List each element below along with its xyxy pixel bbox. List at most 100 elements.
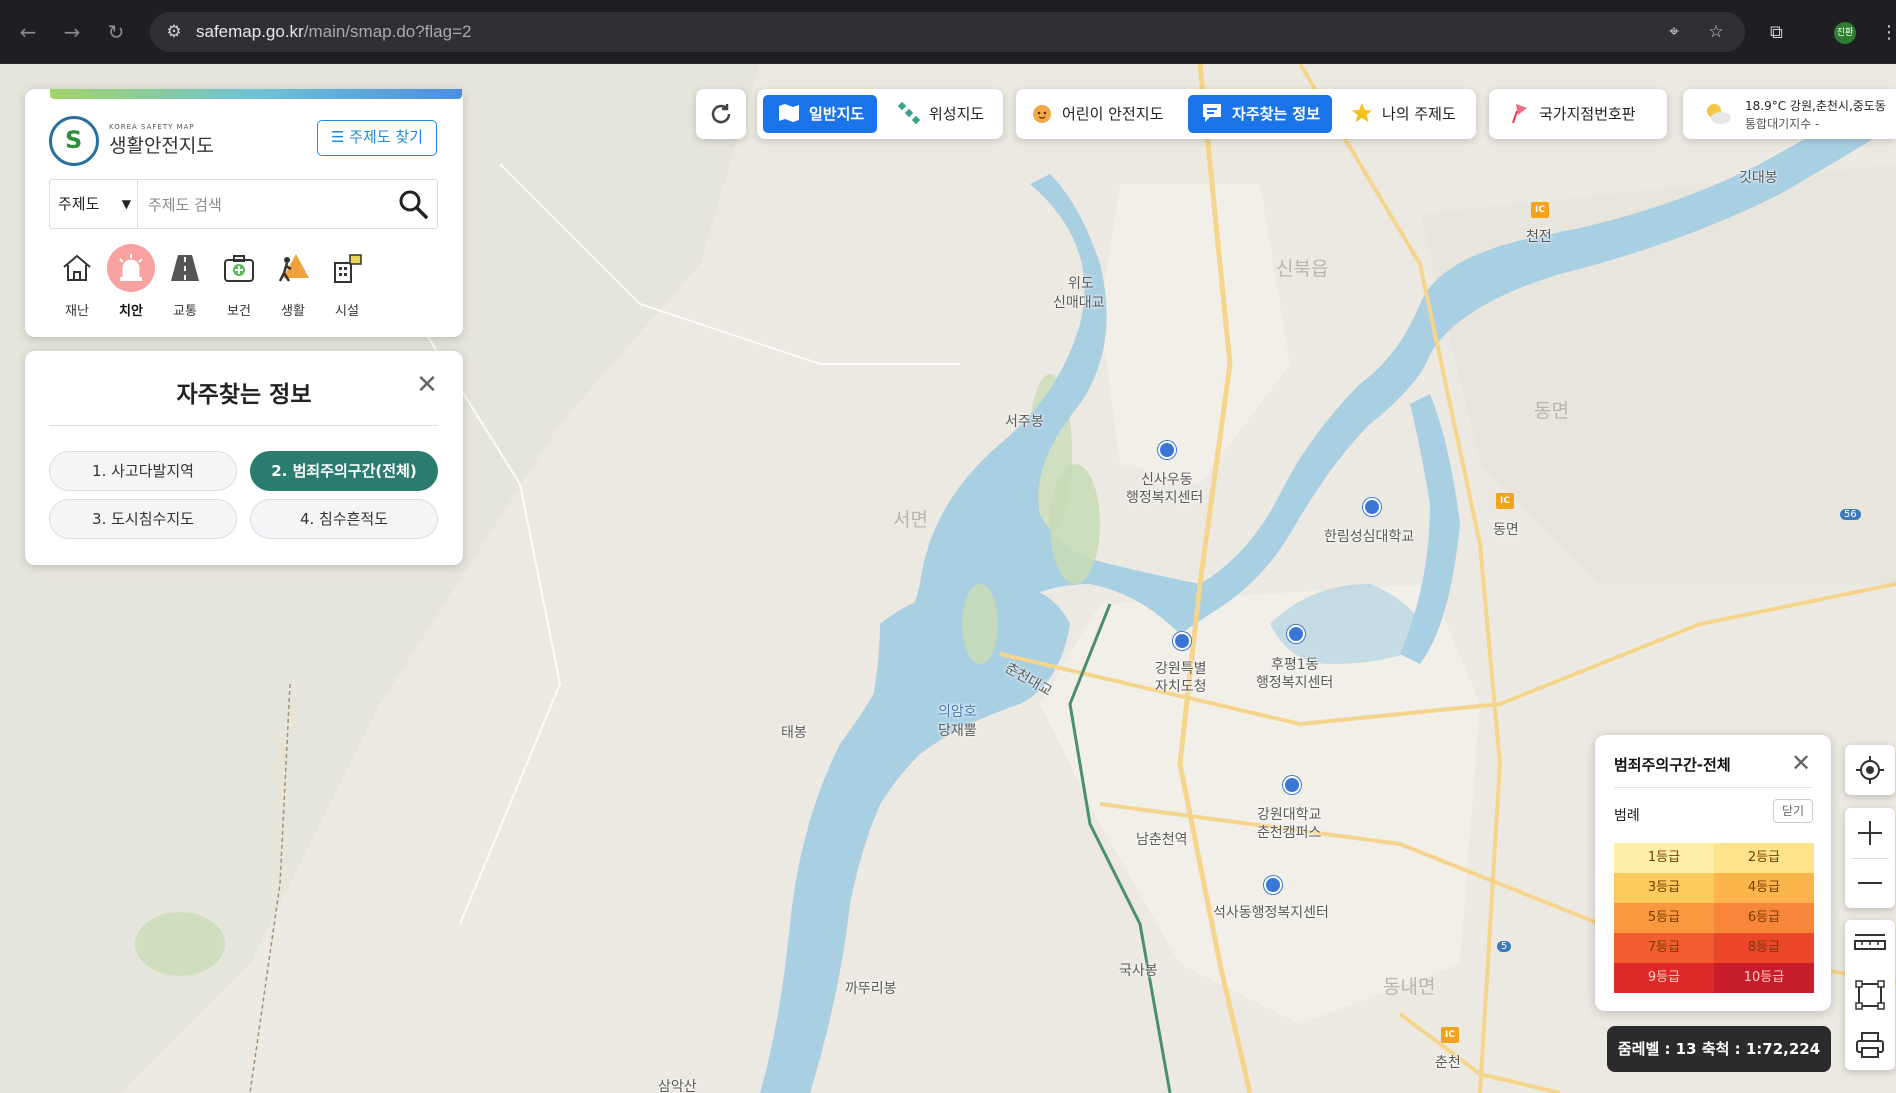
map-label-chuncheon: 춘천 bbox=[1435, 1055, 1461, 1071]
my-theme-button[interactable]: 나의 주제도 bbox=[1344, 95, 1470, 133]
category-health[interactable]: 보건 bbox=[211, 244, 267, 319]
back-icon[interactable]: ← bbox=[14, 18, 42, 46]
map-icon bbox=[779, 103, 799, 122]
legend-close-button[interactable]: 닫기 bbox=[1773, 799, 1813, 823]
fav-accident-area-button[interactable]: 1. 사고다발지역 bbox=[49, 451, 237, 491]
forward-icon[interactable]: → bbox=[58, 18, 86, 46]
category-row: 재난 치안 교통 보건 생활 시설 bbox=[49, 244, 439, 324]
zoom-out-button[interactable] bbox=[1845, 858, 1895, 908]
map-label-cheonjeon: 천전 bbox=[1526, 229, 1552, 245]
search-bar: 주제도 ▼ 주제도 검색 bbox=[49, 179, 438, 229]
theme-select[interactable]: 주제도 ▼ bbox=[50, 180, 138, 228]
search-input[interactable]: 주제도 검색 bbox=[148, 194, 222, 215]
area-icon bbox=[1855, 980, 1885, 1010]
category-traffic[interactable]: 교통 bbox=[157, 244, 213, 319]
map-label-uiamho: 의암호 bbox=[938, 704, 977, 720]
safety-map-logo[interactable] bbox=[49, 116, 99, 166]
map-label-taebong: 태봉 bbox=[781, 725, 807, 741]
legend-grade-8: 8등급 bbox=[1714, 933, 1814, 963]
tool-control bbox=[1845, 920, 1895, 1070]
weather-widget[interactable]: 18.9°C 강원,춘천시,중도동 통합대기지수 - bbox=[1683, 89, 1896, 139]
ic-marker-chuncheon: IC bbox=[1441, 1027, 1459, 1043]
address-bar[interactable]: ⚙ safemap.go.kr/main/smap.do?flag=2 ⌖ ☆ bbox=[150, 12, 1745, 52]
legend-grade-9: 9등급 bbox=[1614, 963, 1714, 993]
theme-find-button[interactable]: ☰ 주제도 찾기 bbox=[317, 120, 437, 156]
map-label-dongmyeon: 동면 bbox=[1493, 522, 1519, 538]
my-location-control bbox=[1845, 745, 1895, 795]
legend-grade-1: 1등급 bbox=[1614, 843, 1714, 873]
map-label-namchuncheon: 남춘천역 bbox=[1136, 832, 1188, 848]
fav-crime-zone-button[interactable]: 2. 범죄주의구간(전체) bbox=[250, 451, 438, 491]
national-point-button[interactable]: 국가지점번호판 bbox=[1499, 95, 1659, 133]
siren-icon bbox=[107, 244, 155, 292]
ruler-icon bbox=[1854, 934, 1886, 950]
legend-grade-3: 3등급 bbox=[1614, 873, 1714, 903]
legend-title: 범죄주의구간-전체 bbox=[1614, 756, 1731, 774]
map-label-seoksa: 석사동행정복지센터 bbox=[1213, 905, 1329, 921]
url-text[interactable]: safemap.go.kr/main/smap.do?flag=2 bbox=[196, 22, 471, 42]
medical-kit-icon bbox=[215, 244, 263, 292]
general-map-button[interactable]: 일반지도 bbox=[763, 95, 877, 133]
map-label-sinsau-center: 행정복지센터 bbox=[1126, 490, 1204, 506]
measure-distance-button[interactable] bbox=[1845, 920, 1895, 970]
route-56-badge: 56 bbox=[1840, 509, 1861, 520]
child-safety-map-button[interactable]: 어린이 안전지도 bbox=[1026, 95, 1176, 133]
plus-icon bbox=[1858, 821, 1882, 845]
map-label-sinbuk: 신북읍 bbox=[1276, 258, 1329, 280]
university-poi[interactable] bbox=[1363, 498, 1381, 516]
refresh-button[interactable] bbox=[696, 89, 746, 139]
fav-urban-flood-button[interactable]: 3. 도시침수지도 bbox=[49, 499, 237, 539]
locate-button[interactable] bbox=[1845, 745, 1895, 795]
fav-flood-trace-button[interactable]: 4. 침수흔적도 bbox=[250, 499, 438, 539]
profile-avatar[interactable]: 진환 bbox=[1834, 22, 1856, 44]
print-icon bbox=[1856, 1032, 1884, 1058]
chevron-down-icon: ▼ bbox=[121, 197, 131, 211]
map-label-dangjaepul: 당재뿔 bbox=[938, 723, 977, 739]
browser-toolbar: ← → ↻ ⚙ safemap.go.kr/main/smap.do?flag=… bbox=[0, 0, 1896, 64]
satellite-map-button[interactable]: 위성지도 bbox=[887, 95, 995, 133]
map-label-gangwon-gov1: 강원특별 bbox=[1155, 661, 1207, 677]
admin-office-poi-seoksa[interactable] bbox=[1264, 876, 1282, 894]
close-icon[interactable]: ✕ bbox=[1791, 749, 1811, 777]
admin-office-poi-hupyeong[interactable] bbox=[1287, 625, 1305, 643]
route-5-badge: 5 bbox=[1497, 941, 1512, 952]
legend-grade-6: 6등급 bbox=[1714, 903, 1814, 933]
extensions-icon[interactable]: ⧉ bbox=[1770, 22, 1783, 43]
theme-toolbar: 어린이 안전지도 자주찾는 정보 나의 주제도 bbox=[1016, 89, 1476, 139]
gov-office-poi[interactable] bbox=[1173, 632, 1191, 650]
site-info-icon[interactable]: ⚙ bbox=[164, 22, 184, 42]
admin-office-poi[interactable] bbox=[1158, 441, 1176, 459]
divider bbox=[49, 425, 438, 426]
category-life[interactable]: 생활 bbox=[265, 244, 321, 319]
map-label-gangwon-gov2: 자치도청 bbox=[1155, 679, 1207, 695]
star-icon bbox=[1352, 102, 1372, 122]
map-type-toggle: 일반지도 위성지도 bbox=[757, 89, 1003, 139]
map-label-kangwon-univ2: 춘천캠퍼스 bbox=[1257, 825, 1322, 841]
close-icon[interactable]: ✕ bbox=[413, 371, 441, 399]
reload-icon[interactable]: ↻ bbox=[102, 18, 130, 46]
print-button[interactable] bbox=[1845, 1020, 1895, 1070]
air-quality-text: 통합대기지수 - bbox=[1745, 117, 1820, 131]
building-icon bbox=[323, 244, 371, 292]
legend-grade-4: 4등급 bbox=[1714, 873, 1814, 903]
refresh-icon bbox=[711, 104, 731, 124]
logo-title[interactable]: 생활안전지도 bbox=[109, 131, 214, 158]
panel-accent-bar bbox=[50, 89, 462, 99]
category-security[interactable]: 치안 bbox=[103, 244, 159, 319]
location-icon[interactable]: ⌖ bbox=[1664, 22, 1684, 42]
category-facility[interactable]: 시설 bbox=[319, 244, 375, 319]
category-disaster[interactable]: 재난 bbox=[49, 244, 105, 319]
category-label: 생활 bbox=[281, 304, 305, 319]
zoom-in-button[interactable] bbox=[1845, 808, 1895, 858]
measure-area-button[interactable] bbox=[1845, 970, 1895, 1020]
map-label-hallym: 한림성심대학교 bbox=[1324, 529, 1415, 545]
fav-panel-title: 자주찾는 정보 bbox=[176, 382, 312, 408]
partly-cloudy-icon bbox=[1707, 104, 1731, 124]
bookmark-star-icon[interactable]: ☆ bbox=[1706, 22, 1726, 42]
menu-icon[interactable]: ⋮ bbox=[1880, 22, 1896, 43]
fav-info-toolbar-button[interactable]: 자주찾는 정보 bbox=[1188, 95, 1332, 133]
satellite-icon bbox=[897, 101, 921, 124]
map-label-seojubong: 서주봉 bbox=[1005, 414, 1044, 430]
university-poi-kangwon[interactable] bbox=[1283, 776, 1301, 794]
search-icon[interactable] bbox=[397, 188, 429, 220]
